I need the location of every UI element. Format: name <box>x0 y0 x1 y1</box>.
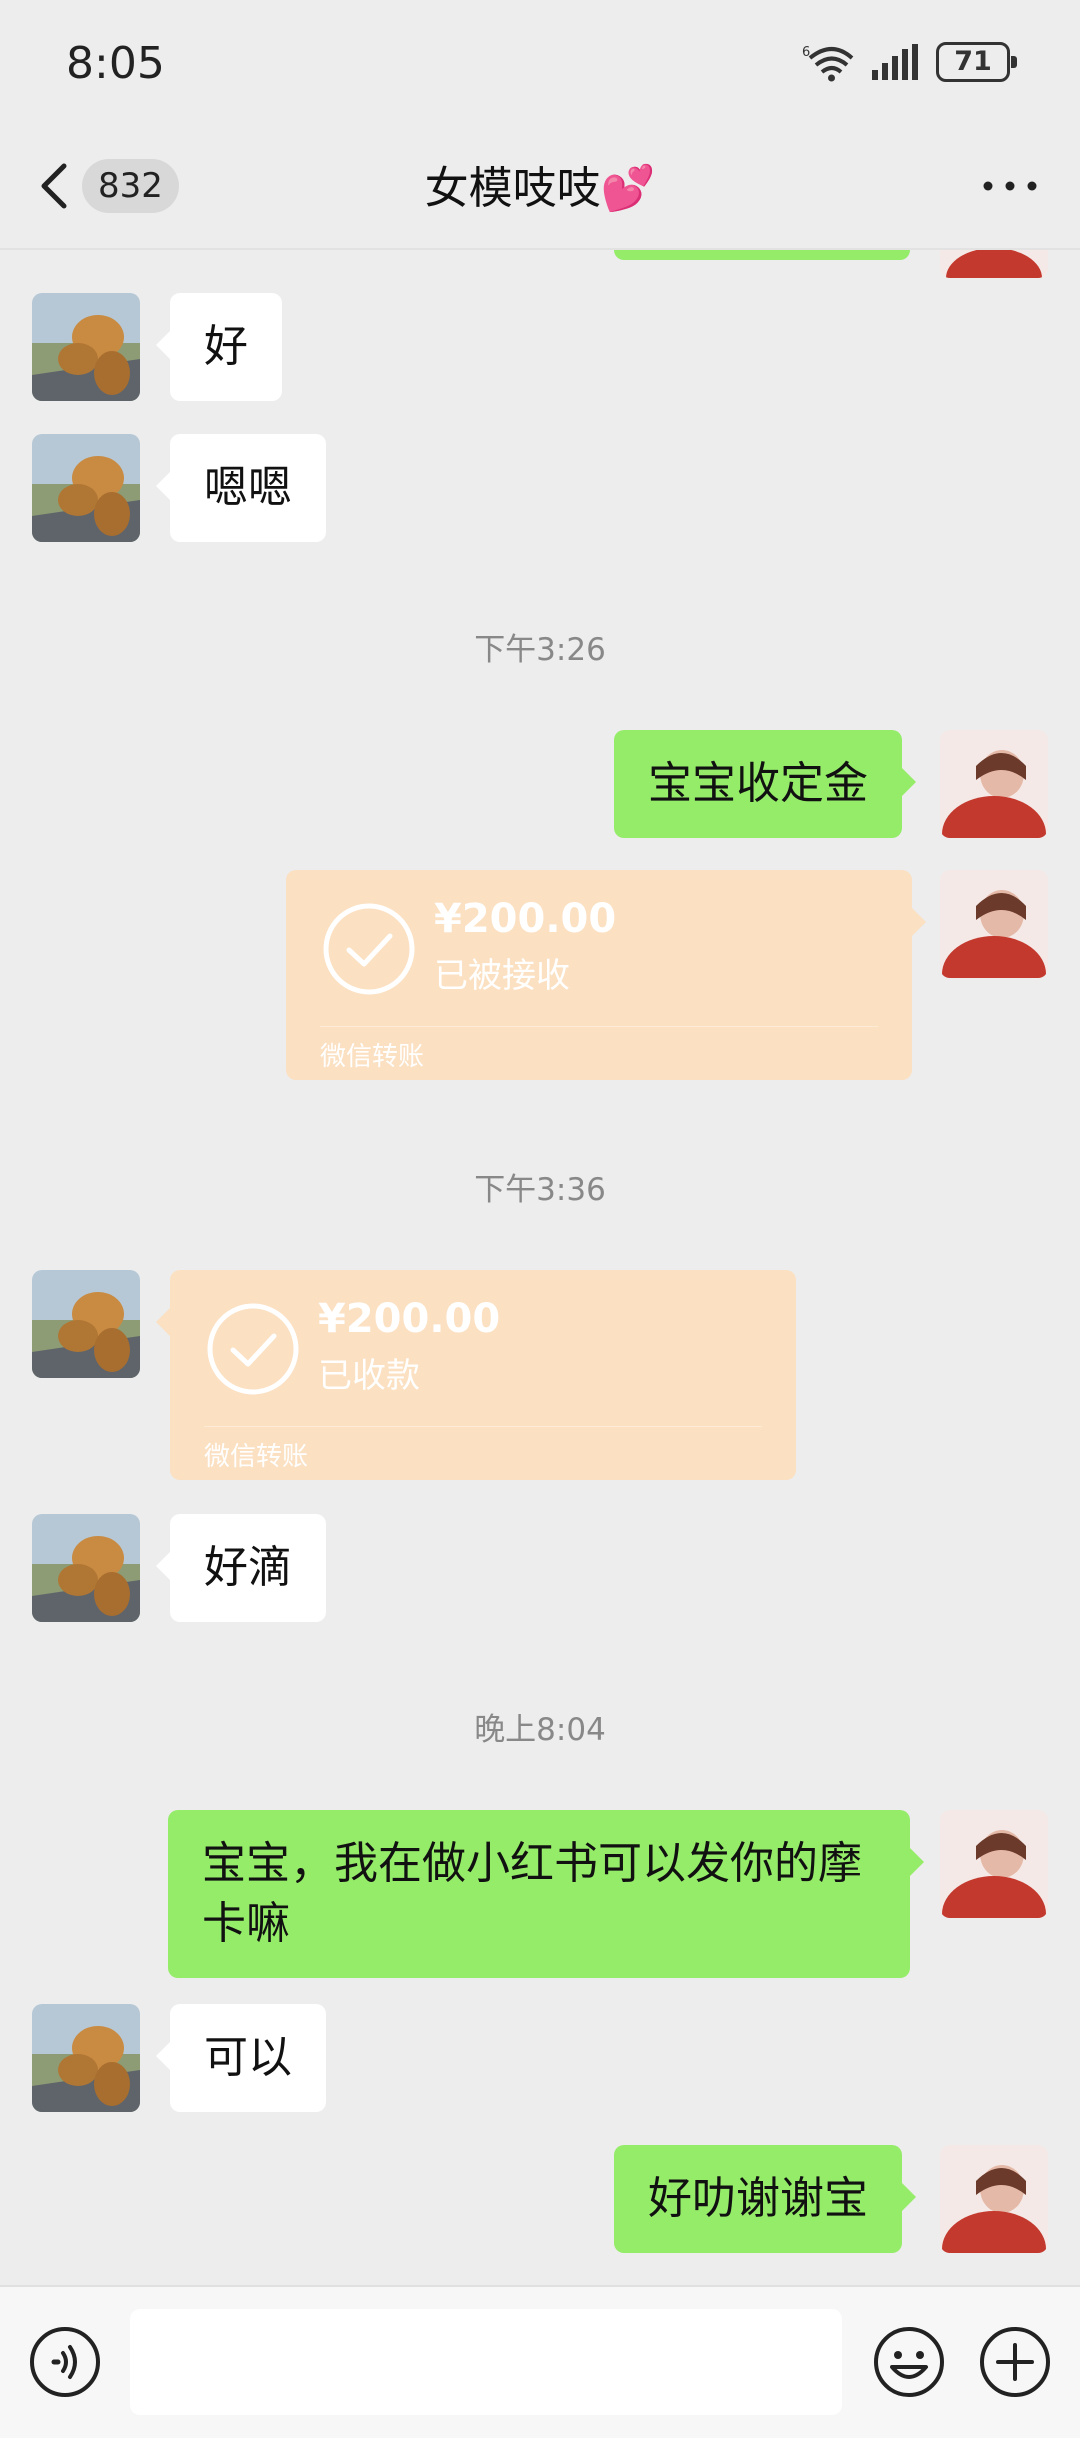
transfer-label: 微信转账 <box>204 1442 309 1472</box>
input-bar <box>0 2285 1080 2438</box>
svg-text:6: 6 <box>802 45 810 60</box>
voice-icon[interactable] <box>28 2325 102 2399</box>
transfer-card-received[interactable]: ¥200.00 已收款 微信转账 <box>156 1270 796 1480</box>
message-list[interactable]: 好 嗯嗯 下午3:26 宝宝收定金 ¥200.00 已被接收 微信转账 下午3:… <box>0 250 1080 2285</box>
battery-indicator: 71 <box>936 42 1017 82</box>
contact-avatar[interactable] <box>32 1514 140 1622</box>
contact-avatar[interactable] <box>32 434 140 542</box>
status-bar: 8:05 6 71 <box>0 0 1080 130</box>
transfer-amount: ¥200.00 <box>318 1296 501 1342</box>
emoji-icon[interactable] <box>872 2325 946 2399</box>
my-avatar[interactable] <box>940 1810 1048 1918</box>
chat-screen: 8:05 6 71 832 女模吱吱💕 好 嗯嗯 下午3:26 宝宝收定金 ¥2… <box>0 0 1080 2438</box>
message-input[interactable] <box>130 2309 842 2415</box>
transfer-label: 微信转账 <box>320 1042 425 1072</box>
message-bubble-sent[interactable]: 宝宝收定金 <box>614 730 916 838</box>
chat-title: 女模吱吱💕 <box>424 163 656 214</box>
contact-avatar[interactable] <box>32 293 140 401</box>
transfer-status: 已收款 <box>318 1356 420 1396</box>
contact-avatar[interactable] <box>32 1270 140 1378</box>
transfer-status: 已被接收 <box>434 956 570 996</box>
message-text-line: 卡嘛 <box>202 1898 290 1949</box>
my-avatar[interactable] <box>940 2145 1048 2253</box>
my-avatar[interactable] <box>940 730 1048 838</box>
check-circle-icon <box>323 903 415 995</box>
previous-message-clipped <box>614 250 910 260</box>
message-bubble-sent[interactable]: 宝宝，我在做小红书可以发你的摩 卡嘛 <box>168 1810 924 1978</box>
my-avatar[interactable] <box>940 870 1048 978</box>
message-bubble-sent[interactable]: 好叻谢谢宝 <box>614 2145 916 2253</box>
check-circle-icon <box>207 1303 299 1395</box>
message-bubble-received[interactable]: 好滴 <box>156 1514 326 1622</box>
status-icons: 6 71 <box>802 42 1017 82</box>
transfer-divider <box>204 1426 762 1427</box>
message-timestamp: 下午3:26 <box>474 632 606 668</box>
more-options-icon[interactable] <box>980 166 1040 206</box>
status-time: 8:05 <box>66 38 165 89</box>
transfer-amount: ¥200.00 <box>434 896 617 942</box>
message-bubble-received[interactable]: 可以 <box>156 2004 326 2112</box>
wifi-icon: 6 <box>802 45 854 82</box>
chat-header: 832 女模吱吱💕 <box>0 130 1080 248</box>
message-text-line: 宝宝，我在做小红书可以发你的摩 <box>202 1838 862 1889</box>
message-timestamp: 晚上8:04 <box>474 1712 606 1748</box>
message-bubble-received[interactable]: 嗯嗯 <box>156 434 326 542</box>
transfer-card-sent[interactable]: ¥200.00 已被接收 微信转账 <box>286 870 926 1080</box>
plus-icon[interactable] <box>978 2325 1052 2399</box>
message-timestamp: 下午3:36 <box>474 1172 606 1208</box>
my-avatar[interactable] <box>940 250 1048 278</box>
contact-avatar[interactable] <box>32 2004 140 2112</box>
signal-icon <box>872 44 918 80</box>
message-bubble-received[interactable]: 好 <box>156 293 282 401</box>
transfer-divider <box>320 1026 878 1027</box>
